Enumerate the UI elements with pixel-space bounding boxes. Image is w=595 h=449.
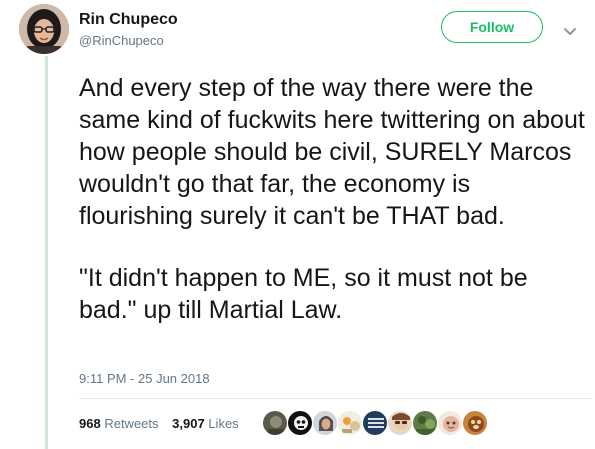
liker-avatar[interactable] [462,410,488,436]
tweet-stats: 968 Retweets 3,907 Likes [79,416,249,431]
likes-label: Likes [208,416,239,431]
tweet-paragraph: "It didn't happen to ME, so it must not … [79,264,528,324]
liker-avatar[interactable] [412,410,438,436]
thread-connector-line [45,56,48,449]
follow-button[interactable]: Follow [441,11,543,43]
retweets-label: Retweets [104,416,159,431]
liker-avatar[interactable] [362,410,388,436]
likes-stat[interactable]: 3,907 Likes [172,416,239,431]
liker-avatar[interactable] [437,410,463,436]
user-handle[interactable]: @RinChupeco [79,33,164,48]
retweets-stat[interactable]: 968 Retweets [79,416,159,431]
liker-avatar[interactable] [337,410,363,436]
display-name[interactable]: Rin Chupeco [79,11,178,29]
liker-avatar[interactable] [262,410,288,436]
divider [79,398,593,399]
avatar[interactable] [19,4,69,54]
liker-avatar[interactable] [287,410,313,436]
liker-avatar[interactable] [387,410,413,436]
liker-avatar[interactable] [312,410,338,436]
likes-count: 3,907 [172,416,205,431]
tweet-text: And every step of the way there were the… [79,72,589,326]
chevron-down-icon[interactable] [563,24,577,35]
tweet-paragraph: And every step of the way there were the… [79,74,585,230]
retweets-count: 968 [79,416,101,431]
tweet-timestamp[interactable]: 9:11 PM - 25 Jun 2018 [79,371,210,386]
